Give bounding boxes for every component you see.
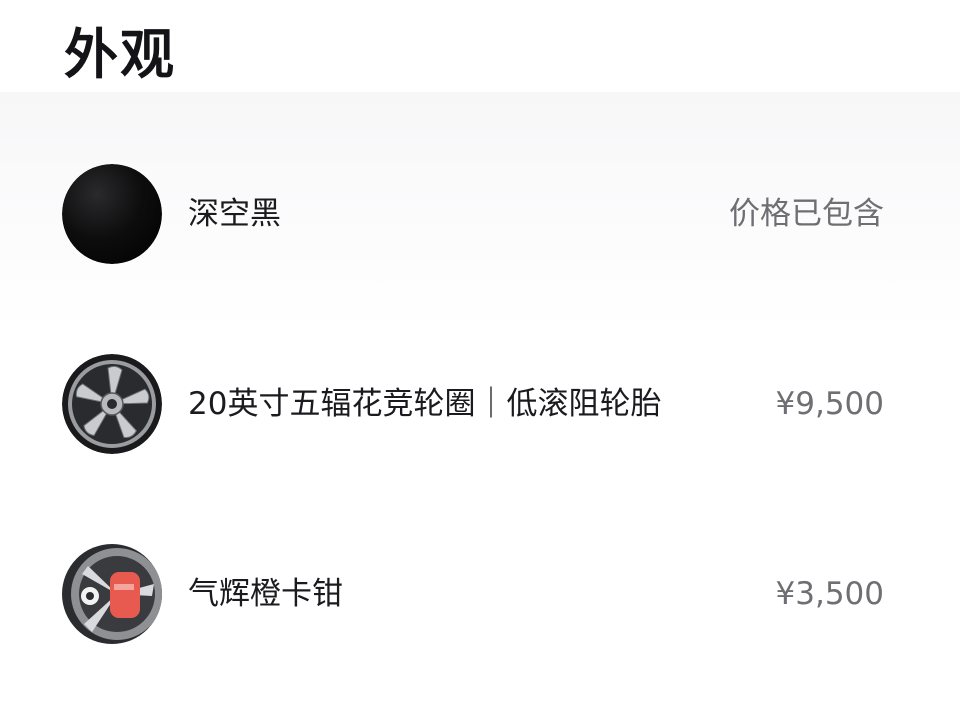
option-row-wheels[interactable]: 20英寸五辐花竞轮圈｜低滚阻轮胎 ¥9,500 <box>0 344 960 454</box>
option-name: 深空黑 <box>188 196 281 232</box>
option-name: 气辉橙卡钳 <box>188 576 343 612</box>
option-row-paint[interactable]: 深空黑 价格已包含 <box>0 154 960 264</box>
orange-brake-caliper-icon <box>62 544 162 644</box>
option-price: ¥9,500 <box>775 386 884 422</box>
option-price: ¥3,500 <box>775 576 884 612</box>
five-spoke-wheel-icon <box>62 354 162 454</box>
black-paint-swatch-icon <box>62 164 162 264</box>
option-name: 20英寸五辐花竞轮圈｜低滚阻轮胎 <box>188 386 662 422</box>
section-header: 外观 <box>0 0 960 92</box>
section-title: 外观 <box>64 23 176 86</box>
option-row-caliper[interactable]: 气辉橙卡钳 ¥3,500 <box>0 534 960 644</box>
exterior-options-list: 深空黑 价格已包含 20英寸五辐花竞轮圈｜低滚阻轮胎 ¥9,500 气辉橙卡钳 … <box>0 92 960 720</box>
option-price: 价格已包含 <box>729 196 884 232</box>
